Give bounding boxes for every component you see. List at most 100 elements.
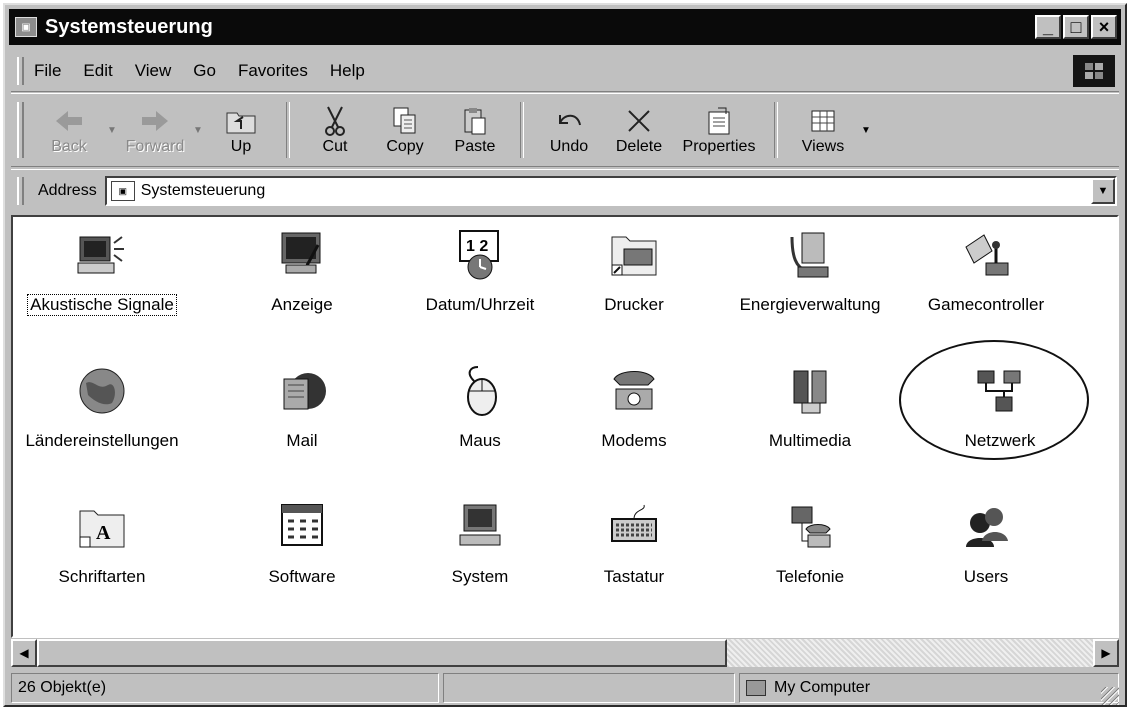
item-multimedia[interactable]: Multimedia	[725, 359, 895, 451]
address-label: Address	[38, 182, 97, 199]
item-drucker[interactable]: Drucker	[549, 223, 719, 315]
item-label: Gamecontroller	[927, 295, 1045, 314]
object-count: 26 Objekt(e)	[11, 673, 439, 703]
item-software[interactable]: Software	[217, 495, 387, 587]
status-location: My Computer	[739, 673, 1119, 703]
item-tastatur[interactable]: Tastatur	[549, 495, 719, 587]
item-modems[interactable]: Modems	[549, 359, 719, 451]
properties-button[interactable]: Properties	[674, 97, 764, 163]
scroll-thumb[interactable]	[37, 639, 727, 667]
back-arrow-icon	[54, 104, 84, 138]
item-users[interactable]: Users	[901, 495, 1071, 587]
item-label: Ländereinstellungen	[25, 431, 179, 450]
multimedia-icon	[778, 359, 842, 423]
keyboard-icon	[602, 495, 666, 559]
forward-label: Forward	[125, 138, 185, 155]
scissors-icon	[322, 104, 348, 138]
up-button[interactable]: Up	[206, 97, 276, 163]
sound-icon	[70, 223, 134, 287]
forward-dropdown-icon[interactable]: ▼	[190, 125, 206, 136]
item-telefonie[interactable]: Telefonie	[725, 495, 895, 587]
control-panel-icon[interactable]: ▣	[15, 17, 37, 37]
item-label: Datum/Uhrzeit	[425, 295, 535, 314]
my-computer-icon	[746, 680, 766, 696]
item-label: Drucker	[604, 295, 664, 314]
copy-label: Copy	[386, 138, 424, 155]
menu-go[interactable]: Go	[193, 61, 216, 81]
paste-label: Paste	[454, 138, 496, 155]
copy-button[interactable]: Copy	[370, 97, 440, 163]
telephone-icon	[602, 359, 666, 423]
back-button[interactable]: Back	[34, 97, 104, 163]
address-grip[interactable]	[17, 177, 24, 205]
item-label: Software	[268, 567, 336, 586]
window: ▣ Systemsteuerung _ □ × File Edit View G…	[3, 3, 1127, 707]
item-label: Schriftarten	[58, 567, 146, 586]
scroll-track[interactable]	[37, 639, 1093, 667]
menu-help[interactable]: Help	[330, 61, 365, 81]
item-system[interactable]: System	[395, 495, 565, 587]
power-icon	[778, 223, 842, 287]
item-laendereinstellungen[interactable]: Ländereinstellungen	[17, 359, 187, 451]
display-icon	[270, 223, 334, 287]
minimize-button[interactable]: _	[1035, 15, 1061, 39]
delete-button[interactable]: Delete	[604, 97, 674, 163]
views-icon	[810, 104, 836, 138]
item-energieverwaltung[interactable]: Energieverwaltung	[725, 223, 895, 315]
item-label: Telefonie	[775, 567, 845, 586]
item-mail[interactable]: Mail	[217, 359, 387, 451]
item-label: Users	[963, 567, 1009, 586]
control-panel-small-icon: ▣	[110, 181, 135, 201]
status-bar: 26 Objekt(e) My Computer	[11, 673, 1119, 705]
back-dropdown-icon[interactable]: ▼	[104, 125, 120, 136]
item-label: Modems	[601, 431, 667, 450]
views-button[interactable]: Views	[788, 97, 858, 163]
icon-view: Akustische Signale Anzeige 1 2 Datum/Uhr…	[11, 215, 1119, 638]
toolbar: Back ▼ Forward ▼ Up Cut Copy Paste Undo	[11, 93, 1119, 167]
fonts-folder-icon: A	[70, 495, 134, 559]
item-schriftarten[interactable]: A Schriftarten	[17, 495, 187, 587]
copy-icon	[392, 104, 418, 138]
calendar-clock-icon: 1 2	[448, 223, 512, 287]
telephony-icon	[778, 495, 842, 559]
windows-logo-icon	[1073, 55, 1115, 87]
menu-favorites[interactable]: Favorites	[238, 61, 308, 81]
back-label: Back	[51, 138, 87, 155]
scroll-left-icon[interactable]: ◀	[11, 639, 37, 667]
menu-view[interactable]: View	[135, 61, 172, 81]
views-dropdown-icon[interactable]: ▼	[858, 125, 874, 136]
horizontal-scrollbar[interactable]: ◀ ▶	[11, 639, 1119, 667]
paste-button[interactable]: Paste	[440, 97, 510, 163]
item-label: Multimedia	[768, 431, 852, 450]
item-label: Anzeige	[271, 295, 333, 314]
menu-grip[interactable]	[17, 57, 24, 85]
title-bar[interactable]: ▣ Systemsteuerung _ □ ×	[9, 9, 1121, 45]
forward-button[interactable]: Forward	[120, 97, 190, 163]
status-middle	[443, 673, 735, 703]
item-akustische-signale[interactable]: Akustische Signale	[17, 223, 187, 316]
item-maus[interactable]: Maus	[395, 359, 565, 451]
item-label: Maus	[459, 431, 501, 450]
maximize-button[interactable]: □	[1063, 15, 1089, 39]
svg-text:1 2: 1 2	[466, 238, 488, 255]
cut-button[interactable]: Cut	[300, 97, 370, 163]
views-label: Views	[801, 138, 845, 155]
address-dropdown-icon[interactable]: ▼	[1091, 178, 1115, 204]
menu-edit[interactable]: Edit	[83, 61, 112, 81]
item-gamecontroller[interactable]: Gamecontroller	[901, 223, 1071, 315]
address-value: Systemsteuerung	[140, 182, 266, 199]
item-datum-uhrzeit[interactable]: 1 2 Datum/Uhrzeit	[395, 223, 565, 315]
globe-icon	[70, 359, 134, 423]
properties-icon	[706, 104, 732, 138]
toolbar-grip[interactable]	[17, 102, 24, 158]
address-input[interactable]: ▣ Systemsteuerung ▼	[104, 176, 1117, 206]
item-anzeige[interactable]: Anzeige	[217, 223, 387, 315]
close-button[interactable]: ×	[1091, 15, 1117, 39]
undo-icon	[554, 104, 584, 138]
undo-button[interactable]: Undo	[534, 97, 604, 163]
item-label: Mail	[286, 431, 318, 450]
resize-grip[interactable]	[1101, 687, 1119, 705]
scroll-right-icon[interactable]: ▶	[1093, 639, 1119, 667]
menu-file[interactable]: File	[34, 61, 61, 81]
delete-x-icon	[625, 104, 653, 138]
